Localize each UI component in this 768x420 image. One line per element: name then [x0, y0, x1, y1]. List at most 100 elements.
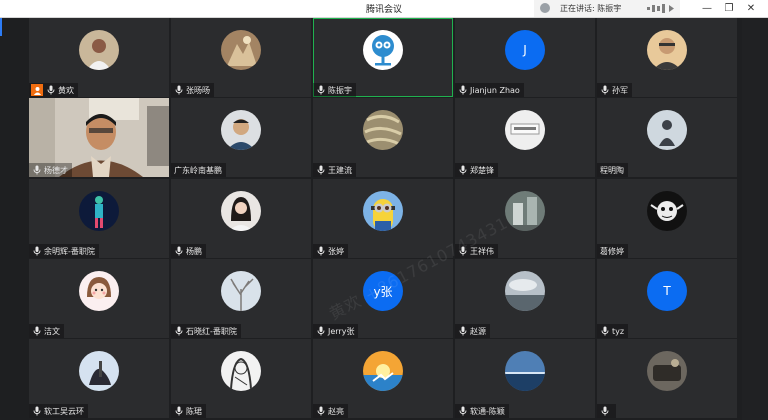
speaker-avatar — [540, 3, 550, 13]
participant-tile[interactable]: 王建流 — [313, 98, 453, 177]
participant-tile[interactable]: 广东岭南基鹏 — [171, 98, 311, 177]
participant-name-bar: 陈振宇 — [313, 83, 356, 97]
participant-name: Jianjun Zhao — [470, 85, 520, 95]
participant-name: 赵亮 — [328, 406, 344, 416]
participant-name: 张旸旸 — [186, 85, 210, 95]
participant-name-bar: Jerry张 — [313, 324, 359, 338]
participant-name-bar: 广东岭南基鹏 — [171, 163, 226, 177]
participant-tile[interactable]: 陈珺 — [171, 339, 311, 418]
participant-tile[interactable]: 洁文 — [29, 259, 169, 338]
participant-avatar — [79, 351, 119, 391]
participant-avatar — [221, 30, 261, 70]
participant-avatar — [79, 30, 119, 70]
close-button[interactable]: ✕ — [740, 0, 762, 17]
participant-tile[interactable]: 石晓红-番职院 — [171, 259, 311, 338]
participant-tile[interactable]: 孙军 — [597, 18, 737, 97]
participant-avatar — [647, 191, 687, 231]
participant-name: 杨鹏 — [186, 246, 202, 256]
participant-name-bar: 程明陶 — [597, 163, 628, 177]
minimize-button[interactable]: — — [696, 0, 718, 17]
participant-tile[interactable]: 软工吴云环 — [29, 339, 169, 418]
participant-avatar — [79, 191, 119, 231]
microphone-icon — [458, 85, 468, 95]
participant-avatar: J — [505, 30, 545, 70]
participant-avatar — [647, 30, 687, 70]
participant-avatar: y张 — [363, 271, 403, 311]
participant-tile[interactable]: 黄欢 — [29, 18, 169, 97]
participant-name: 余明辉-番职院 — [44, 246, 95, 256]
microphone-icon — [174, 406, 184, 416]
participant-name: 软通-陈颖 — [470, 406, 505, 416]
microphone-icon — [458, 246, 468, 256]
participant-name: 程明陶 — [600, 165, 624, 175]
participant-tile[interactable]: 杨德才 — [29, 98, 169, 177]
participant-avatar — [647, 110, 687, 150]
participant-avatar — [505, 191, 545, 231]
participant-name-bar: 郑楚锋 — [455, 163, 498, 177]
microphone-icon — [600, 85, 610, 95]
participant-tile[interactable]: 程明陶 — [597, 98, 737, 177]
participant-name: 赵源 — [470, 326, 486, 336]
participant-name-bar: 余明辉-番职院 — [29, 244, 99, 258]
participant-name: 黄欢 — [58, 85, 74, 95]
restore-button[interactable]: ❐ — [718, 0, 740, 17]
participant-tile[interactable]: 王祥伟 — [455, 179, 595, 258]
microphone-icon — [600, 326, 610, 336]
microphone-icon — [32, 326, 42, 336]
participant-tile[interactable]: 杨鹏 — [171, 179, 311, 258]
participant-tile[interactable]: 余明辉-番职院 — [29, 179, 169, 258]
participant-avatar — [363, 30, 403, 70]
participant-name-bar: 王祥伟 — [455, 244, 498, 258]
right-gutter — [742, 18, 768, 420]
participant-tile[interactable]: 郑楚锋 — [455, 98, 595, 177]
audio-wave-icon — [647, 4, 674, 13]
participant-avatar — [79, 271, 119, 311]
host-icon — [31, 84, 43, 96]
microphone-icon — [316, 406, 326, 416]
participant-name: 陈珺 — [186, 406, 202, 416]
participant-name-bar: 孙军 — [597, 83, 632, 97]
participant-tile[interactable]: Ttyz — [597, 259, 737, 338]
participant-name-bar: 软工吴云环 — [29, 404, 88, 418]
participant-tile[interactable]: 赵源 — [455, 259, 595, 338]
participant-name: 孙军 — [612, 85, 628, 95]
participant-tile[interactable]: 陈振宇 — [313, 18, 453, 97]
participant-avatar — [647, 351, 687, 391]
participant-avatar — [221, 351, 261, 391]
participant-name: 葛修婷 — [600, 246, 624, 256]
participant-tile[interactable]: 赵亮 — [313, 339, 453, 418]
participant-name-bar: 石晓红-番职院 — [171, 324, 241, 338]
participant-tile[interactable]: 葛修婷 — [597, 179, 737, 258]
window-controls: — ❐ ✕ — [696, 0, 762, 17]
participant-tile[interactable]: 张婷 — [313, 179, 453, 258]
participant-tile[interactable]: 软通-陈颖 — [455, 339, 595, 418]
participant-name: tyz — [612, 326, 625, 336]
participant-tile[interactable] — [597, 339, 737, 418]
microphone-icon — [174, 85, 184, 95]
participant-avatar — [505, 110, 545, 150]
participant-name: 张婷 — [328, 246, 344, 256]
participant-name: 广东岭南基鹏 — [174, 165, 222, 175]
participant-name: 王祥伟 — [470, 246, 494, 256]
speaking-label: 正在讲话: 陈振宇 — [560, 4, 622, 13]
participant-name: 杨德才 — [44, 165, 68, 175]
participant-tile[interactable]: J Jianjun Zhao — [455, 18, 595, 97]
participant-avatar — [221, 271, 261, 311]
microphone-icon — [600, 406, 610, 416]
participant-avatar — [363, 351, 403, 391]
participant-name-bar: Jianjun Zhao — [455, 83, 524, 97]
participant-tile[interactable]: y张 Jerry张 — [313, 259, 453, 338]
participant-name-bar: tyz — [597, 324, 629, 338]
microphone-icon — [458, 165, 468, 175]
participant-avatar — [505, 351, 545, 391]
participant-name: Jerry张 — [328, 326, 355, 336]
microphone-icon — [316, 85, 326, 95]
participant-name-bar: 软通-陈颖 — [455, 404, 509, 418]
participant-name: 石晓红-番职院 — [186, 326, 237, 336]
participant-tile[interactable]: 张旸旸 — [171, 18, 311, 97]
participant-name-bar: 洁文 — [29, 324, 64, 338]
microphone-icon — [174, 326, 184, 336]
participant-name-bar: 张旸旸 — [171, 83, 214, 97]
microphone-icon — [32, 246, 42, 256]
microphone-icon — [316, 326, 326, 336]
